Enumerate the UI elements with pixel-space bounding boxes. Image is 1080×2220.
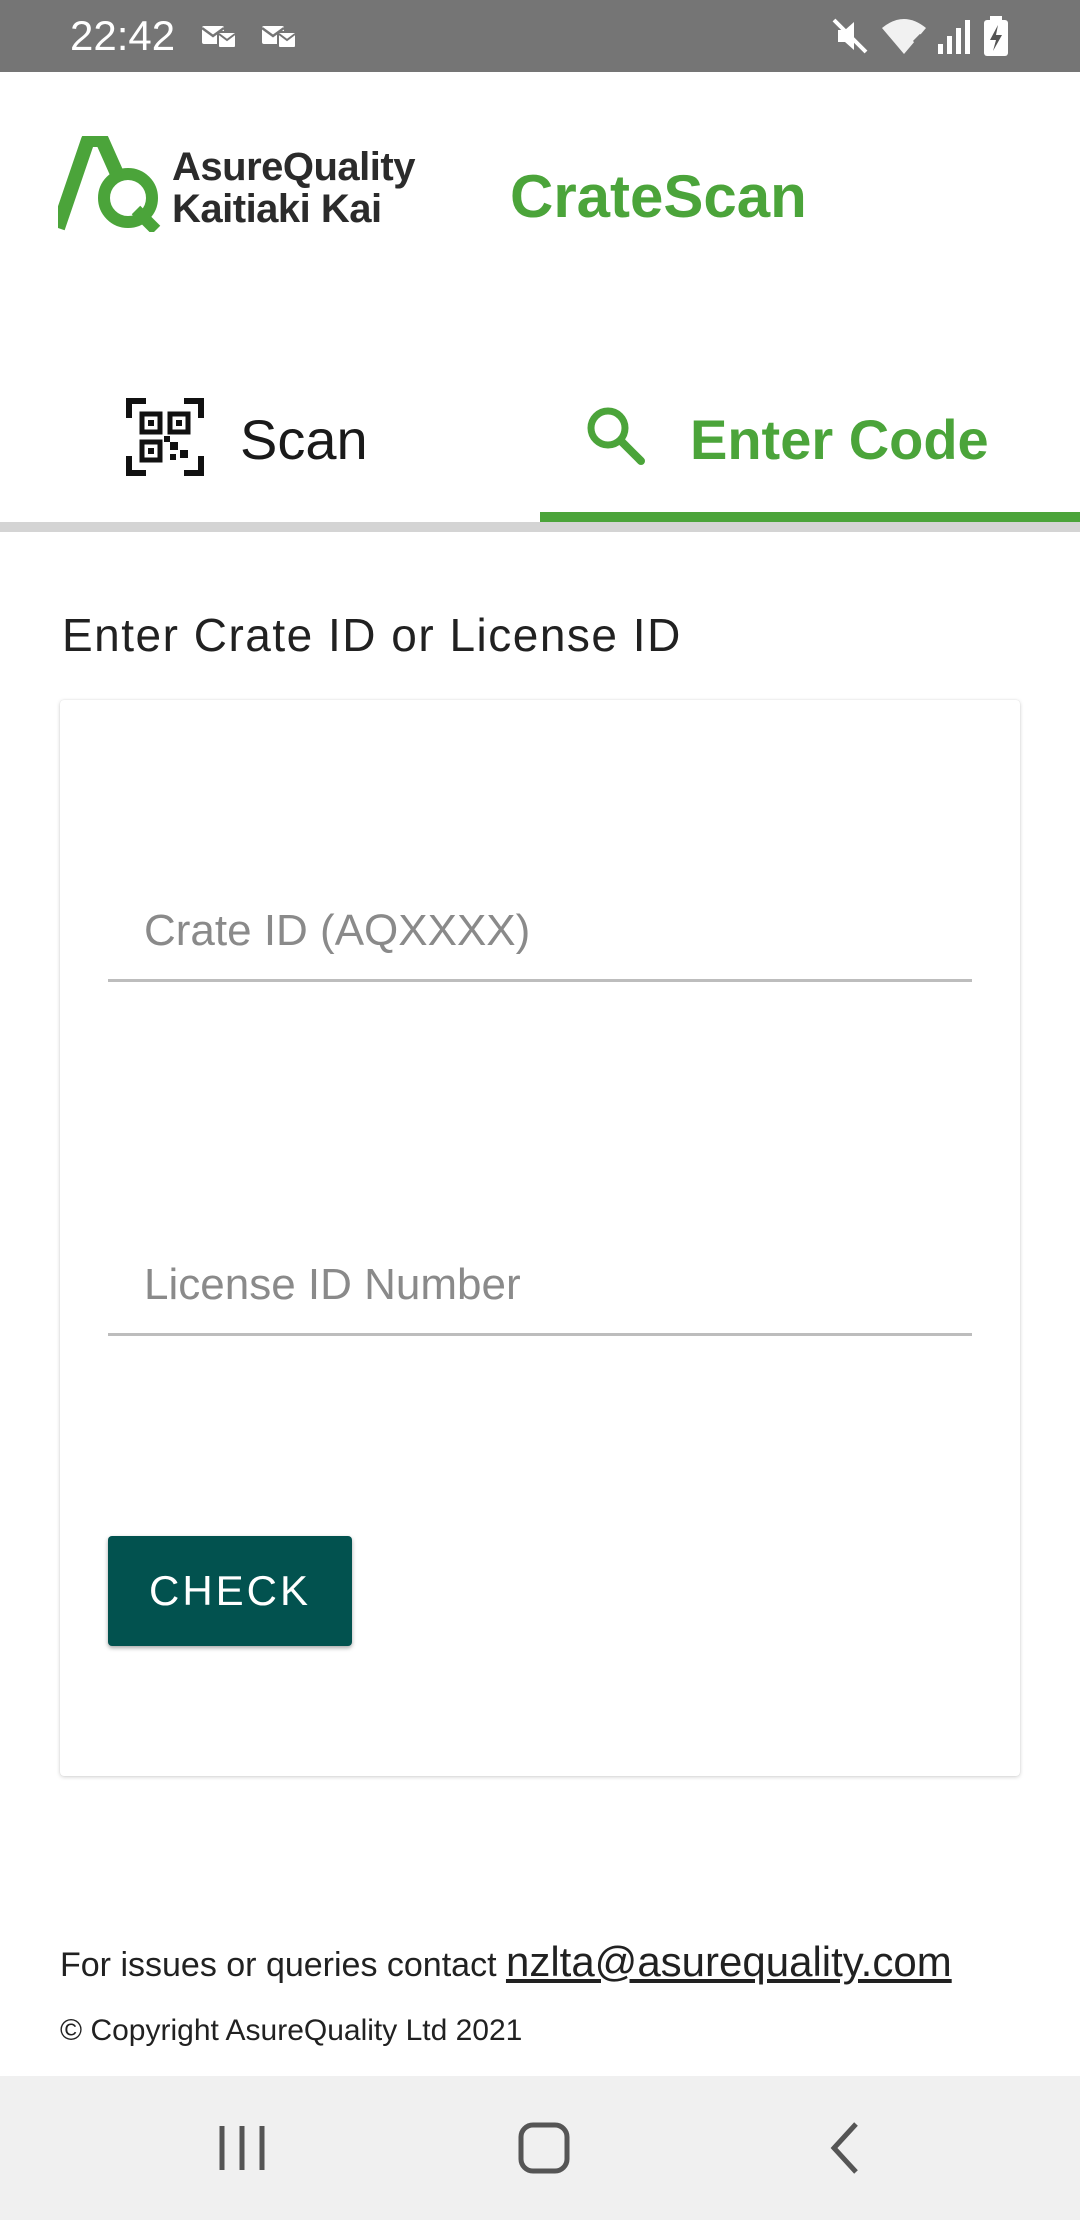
aq-logo-icon — [58, 136, 161, 232]
crate-id-input[interactable] — [108, 882, 972, 982]
copyright: © Copyright AsureQuality Ltd 2021 — [60, 2014, 523, 2047]
recent-apps-icon[interactable] — [202, 2116, 282, 2180]
home-icon[interactable] — [504, 2116, 584, 2180]
mail-notification-icon — [261, 26, 297, 49]
logo-line2: Kaitiaki Kai — [172, 187, 382, 231]
mail-notification-icon — [201, 26, 237, 49]
check-button[interactable]: CHECK — [108, 1536, 352, 1646]
status-bar: 22:42 — [0, 0, 1080, 72]
contact-email-link[interactable]: nzlta@asurequality.com — [506, 1938, 952, 1985]
active-tab-indicator — [540, 512, 1080, 522]
tab-divider — [0, 522, 1080, 532]
asurequality-logo: AsureQuality Kaitiaki Kai — [58, 136, 448, 236]
tab-bar: Scan Enter Code — [0, 360, 1080, 530]
app-header: AsureQuality Kaitiaki Kai CrateScan — [0, 72, 1080, 322]
contact-line: For issues or queries contact nzlta@asur… — [60, 1938, 952, 1986]
qr-code-icon — [126, 398, 204, 476]
tab-enter-code-label: Enter Code — [690, 408, 989, 471]
mute-icon — [832, 18, 868, 54]
status-time: 22:42 — [70, 12, 176, 59]
back-icon[interactable] — [806, 2116, 886, 2180]
tab-enter-code[interactable]: Enter Code — [540, 360, 1080, 520]
signal-icon — [938, 20, 970, 54]
wifi-icon — [882, 19, 928, 54]
search-icon — [587, 407, 645, 465]
system-nav-bar — [0, 2076, 1080, 2220]
tab-scan-label: Scan — [240, 408, 368, 471]
license-id-input[interactable] — [108, 1236, 972, 1336]
battery-charging-icon — [984, 16, 1008, 56]
app-title: CrateScan — [510, 163, 807, 230]
entry-card: CHECK — [60, 700, 1020, 1776]
tab-scan[interactable]: Scan — [0, 360, 540, 520]
contact-text: For issues or queries contact — [60, 1946, 506, 1984]
logo-line1: AsureQuality — [172, 145, 415, 189]
section-label: Enter Crate ID or License ID — [62, 609, 682, 661]
